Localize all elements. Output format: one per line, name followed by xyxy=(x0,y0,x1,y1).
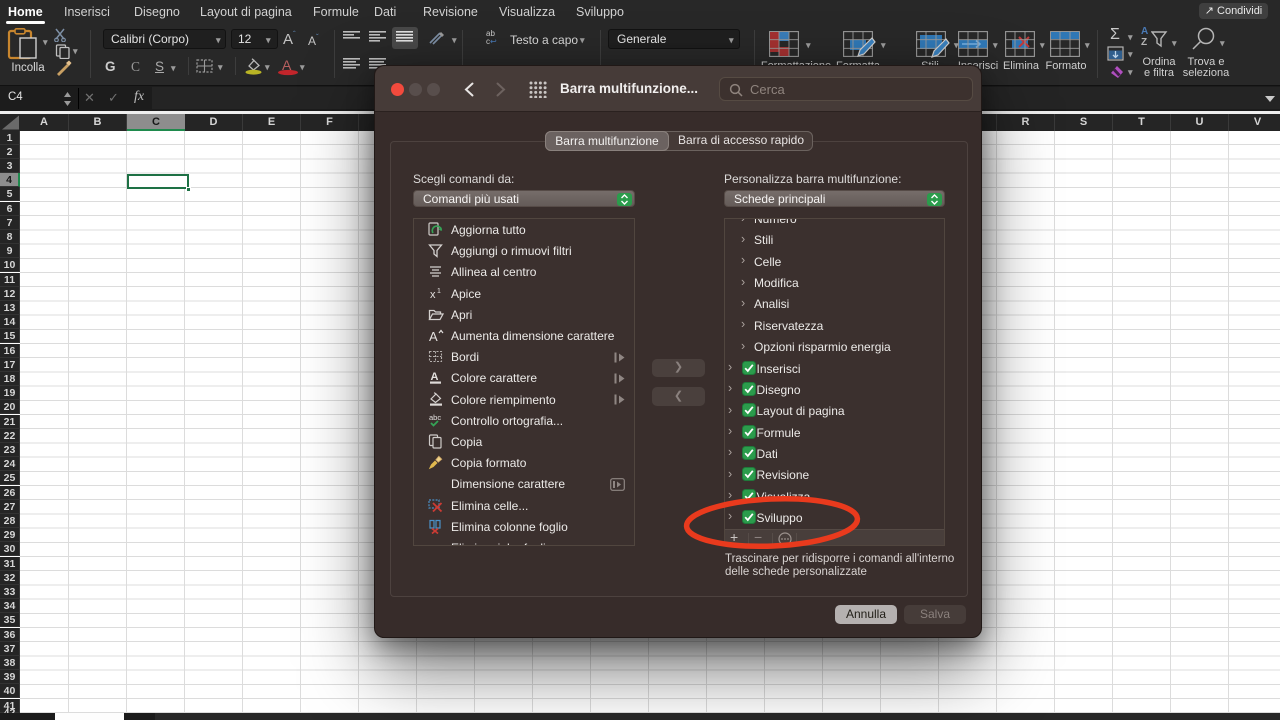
svg-text:A: A xyxy=(429,329,438,343)
svg-text:abc: abc xyxy=(429,413,441,422)
svg-text:A: A xyxy=(431,371,439,383)
svg-text:1: 1 xyxy=(437,288,441,295)
svg-text:x: x xyxy=(430,289,436,301)
